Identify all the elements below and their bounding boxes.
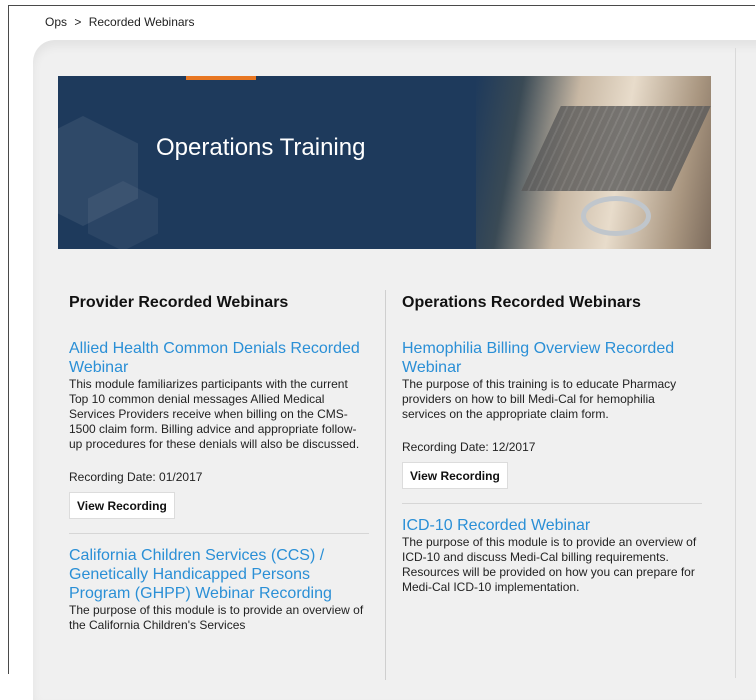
breadcrumb-current: Recorded Webinars xyxy=(88,15,195,29)
column-divider xyxy=(385,290,386,680)
banner-title: Operations Training xyxy=(156,134,366,161)
webinar-description: The purpose of this module is to provide… xyxy=(69,603,364,632)
sidebar-divider xyxy=(735,48,736,678)
banner-accent-bar xyxy=(186,76,256,80)
item-separator xyxy=(402,503,702,504)
webinar-title-link[interactable]: ICD-10 Recorded Webinar xyxy=(402,516,702,535)
webinar-description: The purpose of this module is to provide… xyxy=(402,535,697,594)
stethoscope-image xyxy=(581,196,651,236)
webinar-title-link[interactable]: Allied Health Common Denials Recorded We… xyxy=(69,339,369,377)
view-recording-button[interactable]: View Recording xyxy=(402,462,508,489)
recording-date: Recording Date: 12/2017 xyxy=(402,440,536,454)
operations-webinars-column: Operations Recorded Webinars Hemophilia … xyxy=(402,294,702,595)
webinar-description: The purpose of this training is to educa… xyxy=(402,377,677,421)
laptop-keyboard-image xyxy=(521,106,711,191)
breadcrumb: Ops > Recorded Webinars xyxy=(45,15,199,29)
recording-date: Recording Date: 01/2017 xyxy=(69,470,203,484)
breadcrumb-ops-link[interactable]: Ops xyxy=(45,15,67,29)
webinar-description: This module familiarizes participants wi… xyxy=(69,377,360,451)
hero-banner: Operations Training xyxy=(58,76,711,249)
breadcrumb-separator: > xyxy=(74,15,82,29)
operations-webinars-heading: Operations Recorded Webinars xyxy=(402,294,641,311)
webinar-title-link[interactable]: California Children Services (CCS) / Gen… xyxy=(69,546,369,603)
webinar-title-link[interactable]: Hemophilia Billing Overview Recorded Web… xyxy=(402,339,702,377)
provider-webinars-column: Provider Recorded Webinars Allied Health… xyxy=(69,294,369,633)
item-separator xyxy=(69,533,369,534)
provider-webinars-heading: Provider Recorded Webinars xyxy=(69,294,289,311)
banner-photo xyxy=(476,76,711,249)
view-recording-button[interactable]: View Recording xyxy=(69,492,175,519)
